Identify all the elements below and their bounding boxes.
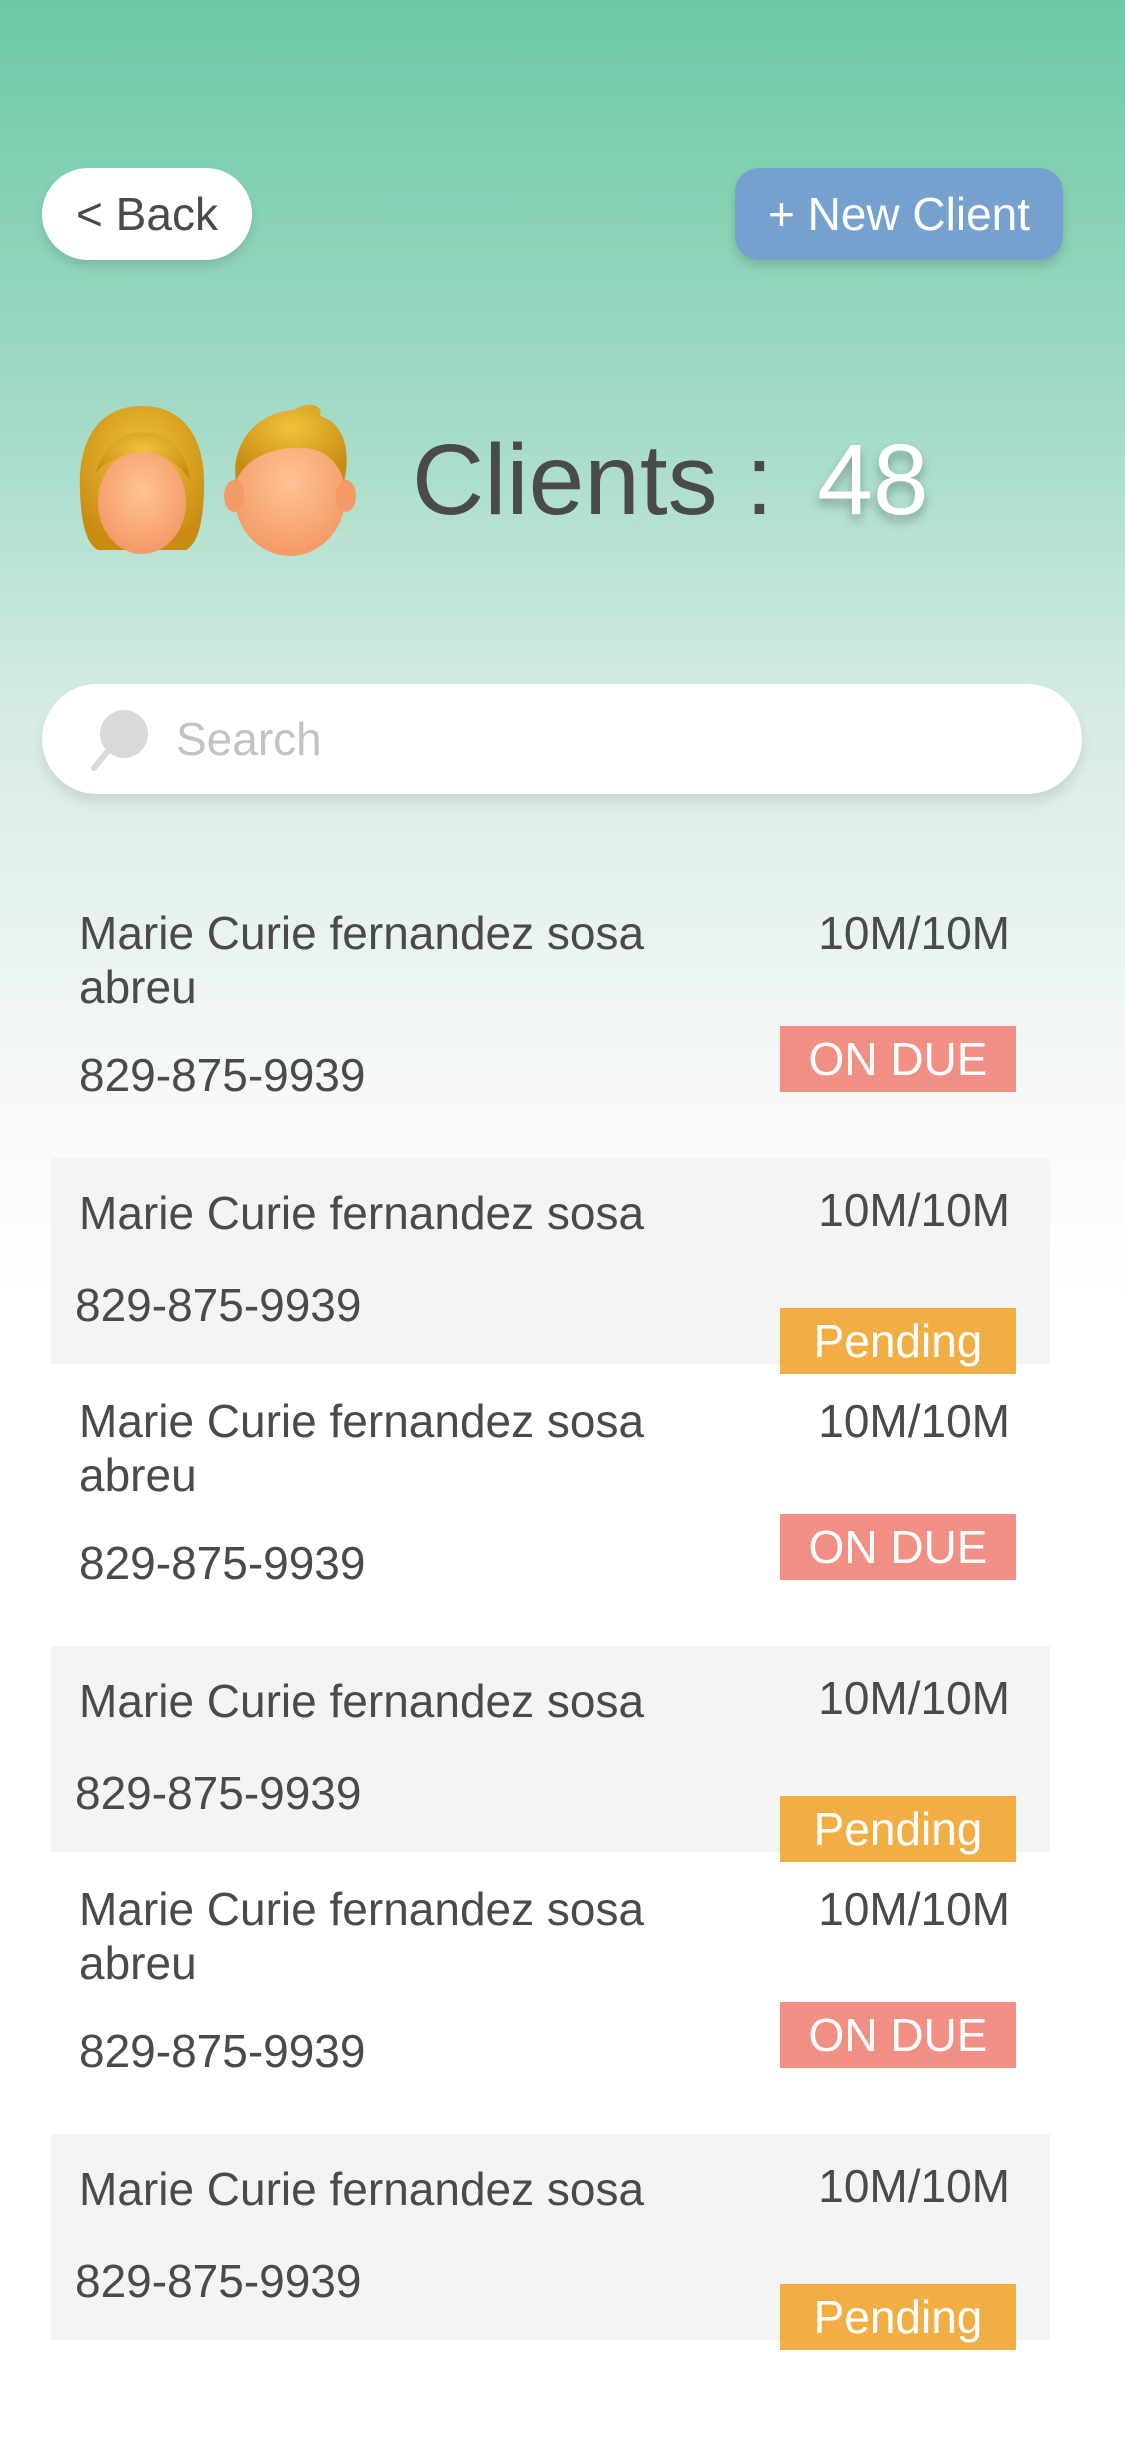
client-phone: 829-875-9939 — [75, 1767, 362, 1819]
client-phone: 829-875-9939 — [75, 2255, 362, 2307]
client-phone: 829-875-9939 — [75, 1279, 362, 1331]
client-name: Marie Curie fernandez sosa — [79, 1187, 645, 1239]
client-row[interactable]: Marie Curie fernandez sosa 10M/10M 829-8… — [51, 1158, 1050, 1374]
search-icon — [91, 710, 148, 771]
client-row[interactable]: Marie Curie fernandez sosa abreu 10M/10M… — [51, 876, 1050, 1158]
clients-avatars — [72, 398, 362, 558]
client-name: Marie Curie fernandez sosa abreu — [79, 907, 645, 1013]
search-input[interactable] — [176, 702, 1036, 776]
new-client-button[interactable]: + New Client — [735, 168, 1063, 260]
client-quantity: 10M/10M — [818, 2160, 1010, 2212]
clients-count-value: 48 — [817, 424, 929, 536]
client-quantity: 10M/10M — [818, 1184, 1010, 1236]
client-row[interactable]: Marie Curie fernandez sosa abreu 10M/10M… — [51, 1852, 1050, 2134]
status-badge-on-due: ON DUE — [780, 1026, 1016, 1092]
female-avatar-icon — [79, 406, 205, 554]
client-quantity: 10M/10M — [818, 1672, 1010, 1724]
client-phone: 829-875-9939 — [79, 2025, 366, 2077]
client-name: Marie Curie fernandez sosa — [79, 2163, 645, 2215]
client-name: Marie Curie fernandez sosa — [79, 1675, 645, 1727]
client-row[interactable]: Marie Curie fernandez sosa 10M/10M 829-8… — [51, 1646, 1050, 1862]
client-quantity: 10M/10M — [818, 907, 1010, 959]
client-quantity: 10M/10M — [818, 1395, 1010, 1447]
client-phone: 829-875-9939 — [79, 1049, 366, 1101]
client-phone: 829-875-9939 — [79, 1537, 366, 1589]
status-badge-pending: Pending — [780, 2284, 1016, 2350]
clients-count-heading: Clients : 48 — [412, 420, 928, 540]
client-quantity: 10M/10M — [818, 1883, 1010, 1935]
client-row[interactable]: Marie Curie fernandez sosa abreu 10M/10M… — [51, 1364, 1050, 1646]
clients-count-label: Clients : — [412, 424, 774, 536]
status-badge-on-due: ON DUE — [780, 1514, 1016, 1580]
back-button[interactable]: < Back — [42, 168, 252, 260]
client-row[interactable]: Marie Curie fernandez sosa 10M/10M 829-8… — [51, 2134, 1050, 2350]
client-name: Marie Curie fernandez sosa abreu — [79, 1395, 645, 1501]
status-badge-on-due: ON DUE — [780, 2002, 1016, 2068]
client-list: Marie Curie fernandez sosa abreu 10M/10M… — [51, 876, 1050, 2350]
search-bar[interactable] — [42, 684, 1082, 794]
client-name: Marie Curie fernandez sosa abreu — [79, 1883, 645, 1989]
male-avatar-icon — [224, 404, 356, 556]
